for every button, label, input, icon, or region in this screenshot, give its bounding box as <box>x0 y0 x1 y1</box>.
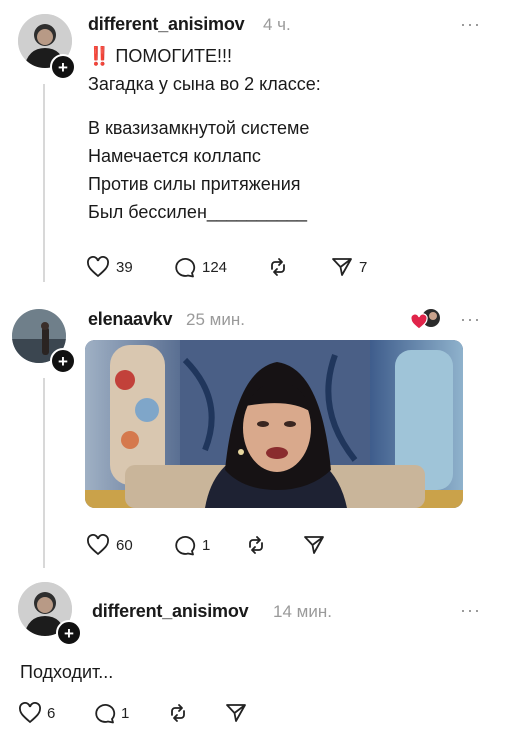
post-image[interactable] <box>85 340 463 508</box>
post-text: ‼️ ПОМОГИТЕ!!! Загадка у сына во 2 класс… <box>88 42 488 226</box>
send-icon <box>304 536 324 554</box>
send-icon <box>226 704 246 722</box>
post-line-alert: ‼️ ПОМОГИТЕ!!! <box>88 46 233 66</box>
comment-icon <box>95 704 116 724</box>
post-actions: 39 124 7 <box>86 256 367 278</box>
repost-button[interactable] <box>166 702 224 724</box>
post-time: 4 ч. <box>263 15 291 34</box>
like-button[interactable]: 39 <box>86 256 172 278</box>
post-line: Против силы притяжения <box>88 174 301 194</box>
post-line: Был бессилен__________ <box>88 202 307 222</box>
post-line: В квазизамкнутой системе <box>88 118 310 138</box>
like-button[interactable]: 6 <box>18 702 92 724</box>
comment-icon <box>175 258 196 278</box>
post-username[interactable]: elenaavkv <box>88 309 172 330</box>
post-actions: 60 1 <box>86 534 326 556</box>
share-button[interactable] <box>224 702 248 724</box>
follow-plus-icon[interactable]: + <box>50 348 76 374</box>
comment-count: 124 <box>202 258 228 276</box>
like-count: 39 <box>116 258 133 276</box>
follow-plus-icon[interactable]: + <box>56 620 82 646</box>
share-button[interactable]: 7 <box>330 256 367 278</box>
repost-icon <box>171 704 185 722</box>
thread-line <box>43 378 45 568</box>
post-time: 25 мин. <box>186 310 245 329</box>
comment-count: 1 <box>202 536 211 554</box>
share-count: 7 <box>359 258 368 276</box>
comment-icon <box>175 536 196 556</box>
post-time: 14 мин. <box>273 602 332 621</box>
tv-still-image <box>85 340 463 508</box>
repost-button[interactable] <box>266 256 330 278</box>
comment-button[interactable]: 124 <box>172 256 266 278</box>
post-line: Загадка у сына во 2 классе: <box>88 74 321 94</box>
like-count: 6 <box>47 704 56 722</box>
repost-icon <box>249 536 263 554</box>
share-button[interactable] <box>302 534 326 556</box>
post-username[interactable]: different_anisimov <box>88 14 245 35</box>
like-button[interactable]: 60 <box>86 534 172 556</box>
post-actions: 6 1 <box>18 702 248 724</box>
send-icon <box>332 258 352 276</box>
heart-icon <box>19 702 41 724</box>
heart-badge-icon <box>410 307 441 336</box>
more-options-icon[interactable]: ··· <box>460 14 481 35</box>
repost-icon <box>271 258 285 276</box>
comment-count: 1 <box>121 704 130 722</box>
heart-icon <box>87 256 109 278</box>
more-options-icon[interactable]: ··· <box>460 309 481 330</box>
follow-plus-icon[interactable]: + <box>50 54 76 80</box>
comment-button[interactable]: 1 <box>92 702 166 724</box>
post-line: Намечается коллапс <box>88 146 261 166</box>
more-options-icon[interactable]: ··· <box>460 600 481 621</box>
like-count: 60 <box>116 536 133 554</box>
repost-button[interactable] <box>244 534 302 556</box>
heart-icon <box>87 534 109 556</box>
post-username[interactable]: different_anisimov <box>92 601 249 622</box>
thread-line <box>43 84 45 282</box>
post-text: Подходит... <box>20 662 114 682</box>
comment-button[interactable]: 1 <box>172 534 244 556</box>
